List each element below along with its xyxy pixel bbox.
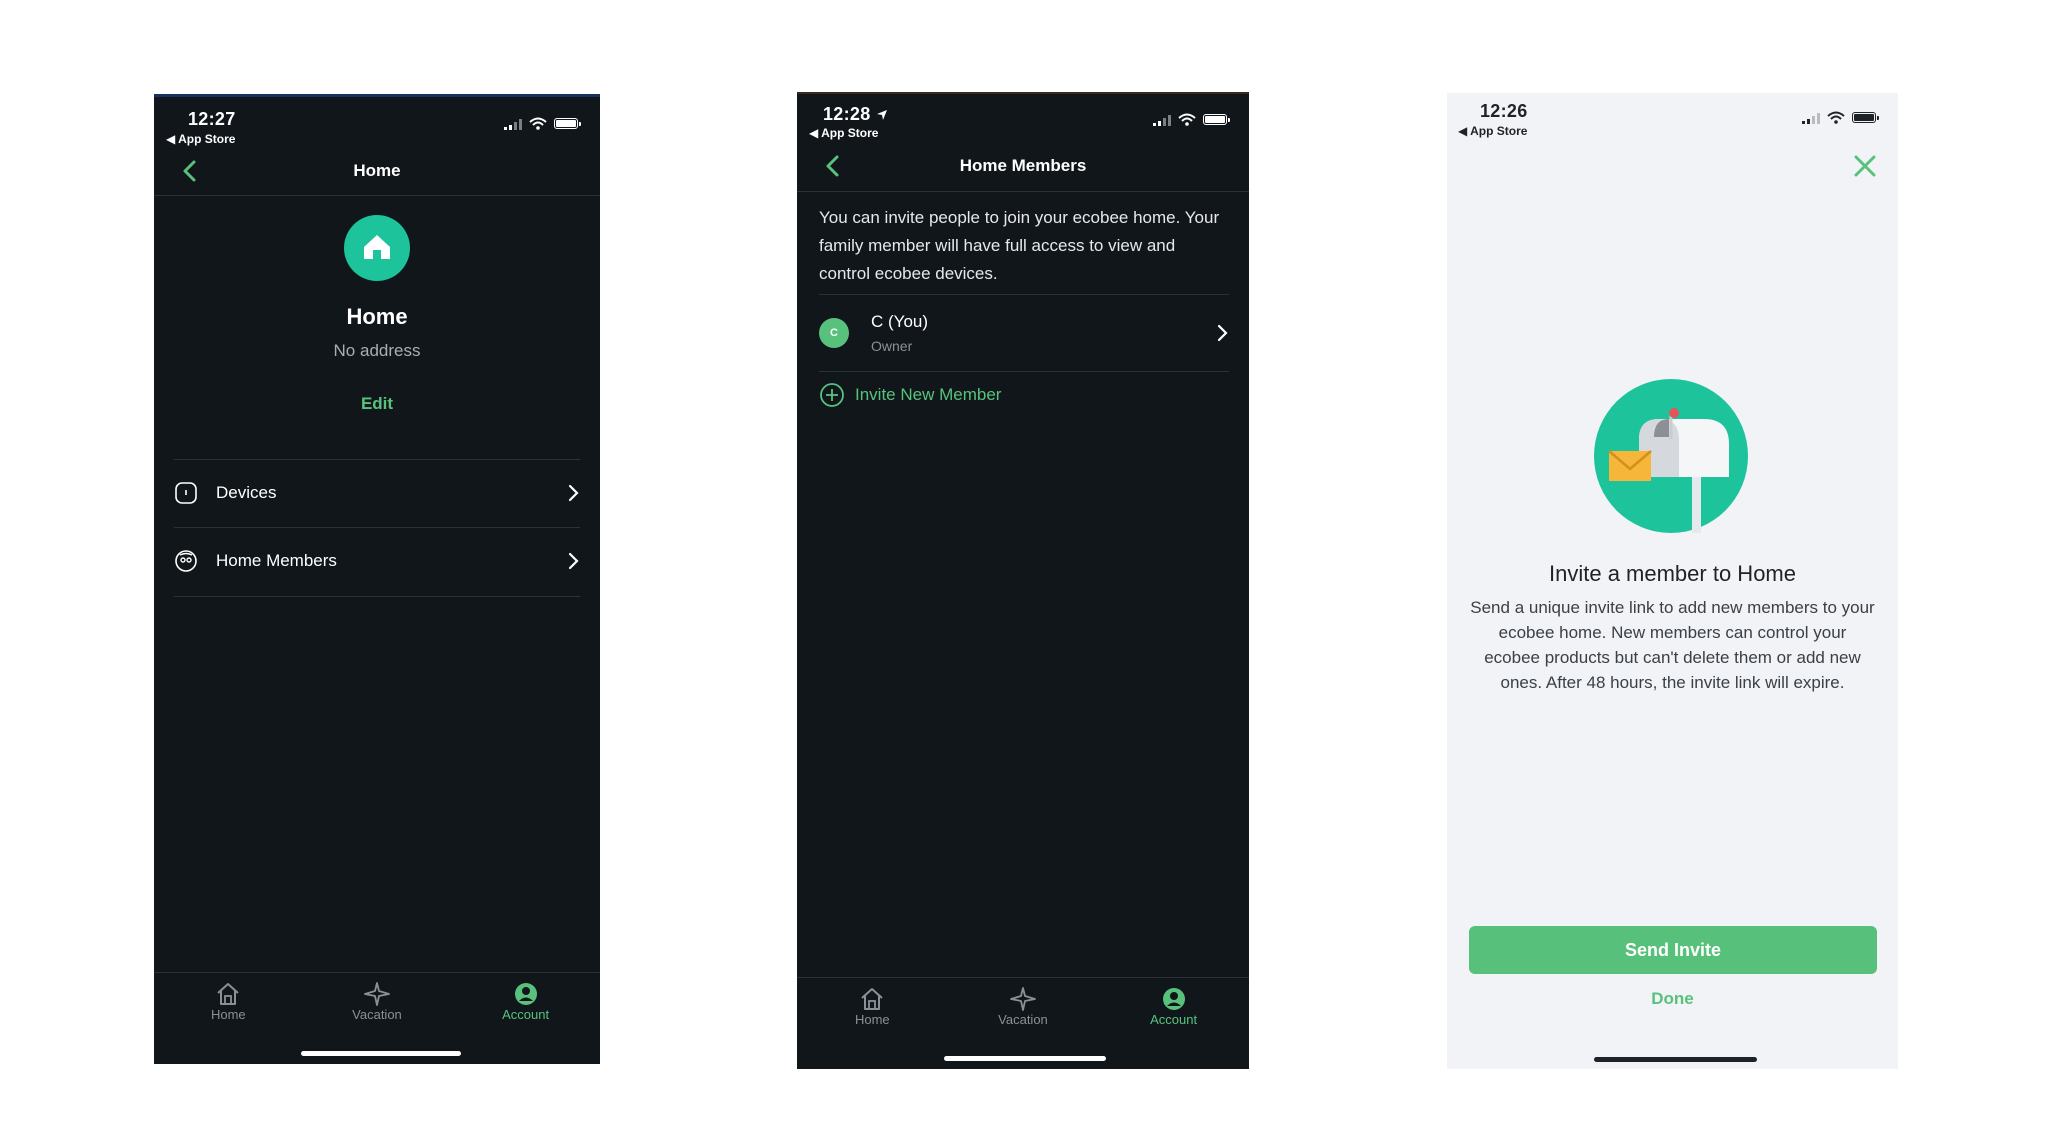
home-icon [217,983,239,1005]
members-icon [175,550,197,572]
invite-label: Invite New Member [855,385,1002,404]
chevron-right-icon [568,552,579,570]
tab-label: Account [1150,1012,1198,1027]
list-item-home-members[interactable]: Home Members [174,528,580,594]
plane-icon [1010,987,1036,1011]
nav-title: Home Members [959,156,1087,175]
close-icon[interactable] [1852,153,1878,179]
tab-label: Vacation [352,1007,402,1022]
home-settings-screen: 12:27 ◀ App Store Home Home No address E… [154,94,600,1064]
list-divider [174,596,580,597]
nav-title: Home [353,161,401,180]
account-icon [514,983,537,1005]
status-time: 12:27 [188,109,236,129]
mailbox-icon [1594,379,1748,533]
signal-icon [1802,112,1820,124]
home-avatar-icon [344,215,410,281]
home-indicator[interactable] [1594,1057,1757,1062]
wifi-icon [1827,111,1845,124]
home-address: No address [333,341,421,360]
signal-icon [504,118,522,130]
member-role: Owner [871,337,913,354]
edit-link[interactable]: Edit [154,394,600,414]
home-name: Home [346,304,408,329]
back-to-app-store[interactable]: ◀ App Store [166,132,235,146]
wifi-icon [1178,113,1196,126]
list-divider [819,371,1229,372]
wifi-icon [529,117,547,130]
done-button[interactable]: Done [1447,989,1898,1009]
tab-home[interactable]: Home [812,978,932,1069]
plane-icon [364,982,390,1006]
home-icon [861,988,883,1010]
send-invite-button[interactable]: Send Invite [1469,926,1877,974]
device-icon [175,482,197,504]
battery-icon [554,118,581,129]
tab-account[interactable]: Account [1114,978,1234,1069]
home-indicator[interactable] [944,1056,1106,1061]
list-item-devices[interactable]: Devices [174,460,580,526]
invite-member-screen: 12:26 ◀ App Store Invite a member to Hom… [1447,93,1898,1069]
list-item-label: Devices [216,483,277,502]
nav-divider [797,191,1249,192]
tab-label: Account [502,1007,550,1022]
tab-label: Home [210,1007,246,1022]
status-time-wrap: 12:28 [823,104,888,125]
status-icons [1153,113,1230,126]
battery-icon [1203,114,1230,125]
member-name: C (You) [871,311,929,331]
invite-heading: Invite a member to Home [1549,561,1796,586]
home-members-screen: 12:28 ◀ App Store Home Members You can i… [797,92,1249,1069]
battery-icon [1852,112,1879,123]
nav-divider [154,195,600,196]
back-to-app-store[interactable]: ◀ App Store [809,126,878,140]
members-description: You can invite people to join your ecobe… [819,208,1220,283]
tab-account[interactable]: Account [466,973,586,1064]
invite-body: Send a unique invite link to add new mem… [1470,598,1875,692]
account-icon [1162,988,1185,1010]
tab-label: Vacation [998,1012,1048,1027]
invite-new-member-button[interactable]: Invite New Member [819,382,1001,408]
member-row[interactable]: C C (You) Owner [819,295,1229,370]
status-time: 12:26 [1480,101,1528,121]
member-avatar: C [819,317,849,348]
tab-home[interactable]: Home [168,973,288,1064]
signal-icon [1153,114,1171,126]
add-circle-icon [820,383,844,407]
status-time: 12:28 [823,104,871,124]
home-indicator[interactable] [301,1051,461,1056]
list-item-label: Home Members [216,551,337,570]
chevron-right-icon [568,484,579,502]
back-to-app-store[interactable]: ◀ App Store [1458,124,1527,138]
chevron-right-icon [1217,324,1228,341]
location-arrow-icon [876,109,887,120]
tab-label: Home [854,1012,890,1027]
status-icons [504,117,581,130]
status-icons [1802,111,1879,124]
